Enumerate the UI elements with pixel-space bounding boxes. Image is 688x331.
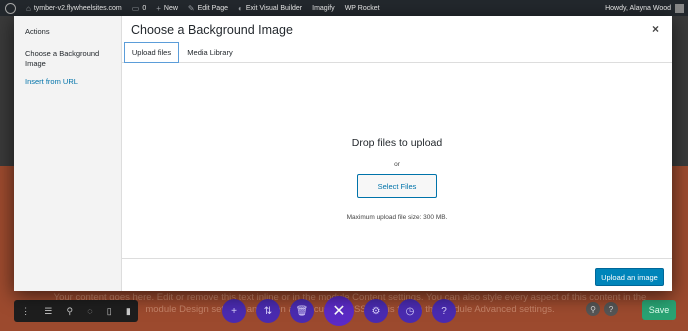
save-button[interactable]: Save (642, 300, 676, 320)
divi-icon: ◐ (237, 3, 243, 13)
gear-icon: ⚙ (371, 305, 381, 317)
edit-page-label: Edit Page (197, 4, 228, 12)
upload-image-button[interactable]: Upload an image (595, 268, 664, 286)
pencil-icon: ✎ (187, 3, 195, 13)
builder-settings-bar: ⋮ ☰ ⚲ ◌ ▯ ▮ (14, 300, 138, 322)
site-name: tymber-v2.flywheelsites.com (33, 4, 122, 12)
upload-drop-zone[interactable]: Drop files to upload or Select Files Max… (122, 63, 672, 258)
site-name-link[interactable]: ⌂ tymber-v2.flywheelsites.com (21, 0, 127, 16)
portability-button[interactable]: ⇅ (256, 299, 280, 323)
imagify-link[interactable]: Imagify (307, 0, 340, 16)
phone-icon[interactable]: ▮ (126, 306, 131, 317)
close-icon: ✕ (332, 303, 346, 320)
drop-or-text: or (394, 161, 400, 168)
modal-toolbar: Upload an image (122, 258, 672, 291)
tab-media-library[interactable]: Media Library (180, 42, 240, 63)
add-module-button[interactable]: + (222, 299, 246, 323)
plus-icon: + (156, 3, 161, 13)
account-menu[interactable]: Howdy, Alayna Wood (605, 3, 688, 13)
howdy-label: Howdy, Alayna Wood (605, 4, 671, 12)
portability-icon: ⇅ (263, 305, 273, 317)
tablet-icon[interactable]: ▯ (107, 306, 112, 317)
sidebar-item-choose-background[interactable]: Choose a Background Image (14, 49, 114, 69)
exit-builder-link[interactable]: ◐ Exit Visual Builder (233, 0, 307, 16)
history-button[interactable]: ◷ (398, 299, 422, 323)
close-icon[interactable]: × (652, 22, 659, 36)
trash-button[interactable]: 🗑 (290, 299, 314, 323)
wp-rocket-link[interactable]: WP Rocket (340, 0, 385, 16)
modal-tabs: Upload files Media Library (122, 41, 672, 63)
new-link[interactable]: + New (151, 0, 183, 16)
page-settings-button[interactable]: ⚙ (364, 299, 388, 323)
modal-title: Choose a Background Image (131, 23, 293, 37)
modal-content: Choose a Background Image × Upload files… (122, 16, 672, 291)
help-icon: ? (441, 305, 447, 317)
modal-sidebar: Actions Choose a Background Image Insert… (14, 16, 122, 291)
sidebar-item-insert-from-url[interactable]: Insert from URL (14, 77, 114, 87)
admin-bar: ⌂ tymber-v2.flywheelsites.com ▭ 0 + New ✎ Ed… (0, 0, 688, 16)
exit-builder-label: Exit Visual Builder (245, 4, 303, 12)
drop-title: Drop files to upload (351, 137, 443, 149)
question-button[interactable]: ? (604, 302, 618, 316)
edit-page-link[interactable]: ✎ Edit Page (183, 0, 233, 16)
zoom-icon[interactable]: ⚲ (67, 306, 74, 317)
search-icon: ⚲ (590, 304, 596, 314)
home-icon: ⌂ (26, 3, 31, 13)
imagify-label: Imagify (312, 4, 335, 12)
comment-icon: ▭ (131, 3, 140, 13)
question-icon: ? (608, 304, 614, 314)
comments-link[interactable]: ▭ 0 (127, 0, 151, 16)
avatar (675, 3, 684, 13)
new-label: New (163, 4, 178, 12)
hover-mode-icon[interactable]: ◌ (87, 306, 92, 316)
wp-rocket-label: WP Rocket (344, 4, 380, 12)
wordpress-icon (5, 2, 16, 14)
trash-icon: 🗑 (295, 305, 309, 317)
max-upload-size: Maximum upload file size: 300 MB. (346, 214, 448, 221)
plus-icon: + (231, 305, 237, 317)
media-modal: Actions Choose a Background Image Insert… (14, 16, 672, 291)
wordpress-logo[interactable] (0, 0, 21, 16)
select-files-button[interactable]: Select Files (357, 174, 437, 198)
tab-upload-files[interactable]: Upload files (124, 42, 179, 63)
history-icon: ◷ (405, 305, 415, 317)
sidebar-heading: Actions (25, 27, 50, 36)
search-button[interactable]: ⚲ (586, 302, 600, 316)
wireframe-icon[interactable]: ☰ (44, 306, 52, 317)
close-builder-button[interactable]: ✕ (324, 296, 354, 326)
builder-action-buttons: + ⇅ 🗑 ✕ ⚙ ◷ ? (222, 296, 466, 326)
help-button[interactable]: ? (432, 299, 456, 323)
builder-right-icons: ⚲ ? (586, 302, 622, 316)
menu-dots-icon[interactable]: ⋮ (21, 306, 30, 317)
comments-count: 0 (142, 4, 147, 12)
